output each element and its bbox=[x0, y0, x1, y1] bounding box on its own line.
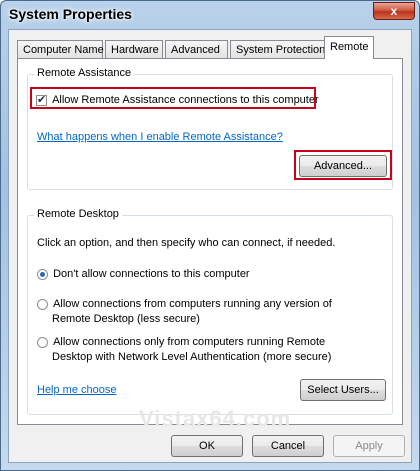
radio-option-nla[interactable]: Allow connections only from computers ru… bbox=[37, 336, 325, 348]
dont-allow-radio[interactable] bbox=[37, 268, 48, 280]
advanced-button-highlight-box bbox=[294, 150, 392, 180]
radio-selected-dot bbox=[40, 271, 45, 277]
title-bar[interactable]: System Properties x bbox=[1, 1, 419, 29]
system-properties-window: System Properties x Computer Name Hardwa… bbox=[0, 0, 420, 471]
checkbox-highlight-box bbox=[30, 87, 316, 109]
tab-computer-name[interactable]: Computer Name bbox=[17, 40, 104, 58]
ok-button[interactable]: OK bbox=[171, 435, 243, 457]
remote-desktop-instruction: Click an option, and then specify who ca… bbox=[37, 237, 336, 249]
any-version-radio[interactable] bbox=[37, 298, 48, 310]
radio-option-dont-allow[interactable]: Don't allow connections to this computer bbox=[37, 268, 250, 280]
tab-system-protection[interactable]: System Protection bbox=[230, 40, 326, 58]
nla-label-line1[interactable]: Allow connections only from computers ru… bbox=[53, 336, 325, 348]
dont-allow-label[interactable]: Don't allow connections to this computer bbox=[53, 268, 250, 280]
remote-assistance-help-link[interactable]: What happens when I enable Remote Assist… bbox=[37, 131, 283, 143]
tab-advanced[interactable]: Advanced bbox=[165, 40, 228, 58]
nla-radio[interactable] bbox=[37, 336, 48, 348]
cancel-button[interactable]: Cancel bbox=[252, 435, 324, 457]
apply-button[interactable]: Apply bbox=[333, 435, 405, 457]
tab-hardware[interactable]: Hardware bbox=[105, 40, 163, 58]
remote-tab-panel: Remote Assistance ✔ Allow Remote Assista… bbox=[17, 58, 403, 425]
close-icon: x bbox=[390, 4, 398, 18]
any-version-label-line1[interactable]: Allow connections from computers running… bbox=[53, 298, 332, 310]
select-users-button[interactable]: Select Users... bbox=[300, 379, 386, 401]
remote-desktop-group-title: Remote Desktop bbox=[34, 208, 122, 220]
close-button[interactable]: x bbox=[373, 2, 415, 20]
any-version-label-line2[interactable]: Remote Desktop (less secure) bbox=[52, 313, 200, 325]
window-title: System Properties bbox=[9, 6, 132, 22]
radio-option-any-version[interactable]: Allow connections from computers running… bbox=[37, 298, 332, 310]
dialog-client-area: Computer Name Hardware Advanced System P… bbox=[8, 29, 412, 463]
tab-remote[interactable]: Remote bbox=[324, 36, 374, 59]
watermark-text: Vistax64.com bbox=[139, 406, 292, 431]
nla-label-line2[interactable]: Desktop with Network Level Authenticatio… bbox=[52, 351, 331, 363]
remote-assistance-group-title: Remote Assistance bbox=[34, 67, 135, 79]
remote-desktop-group: Remote Desktop Click an option, and then… bbox=[27, 208, 393, 415]
help-me-choose-link[interactable]: Help me choose bbox=[37, 384, 117, 396]
